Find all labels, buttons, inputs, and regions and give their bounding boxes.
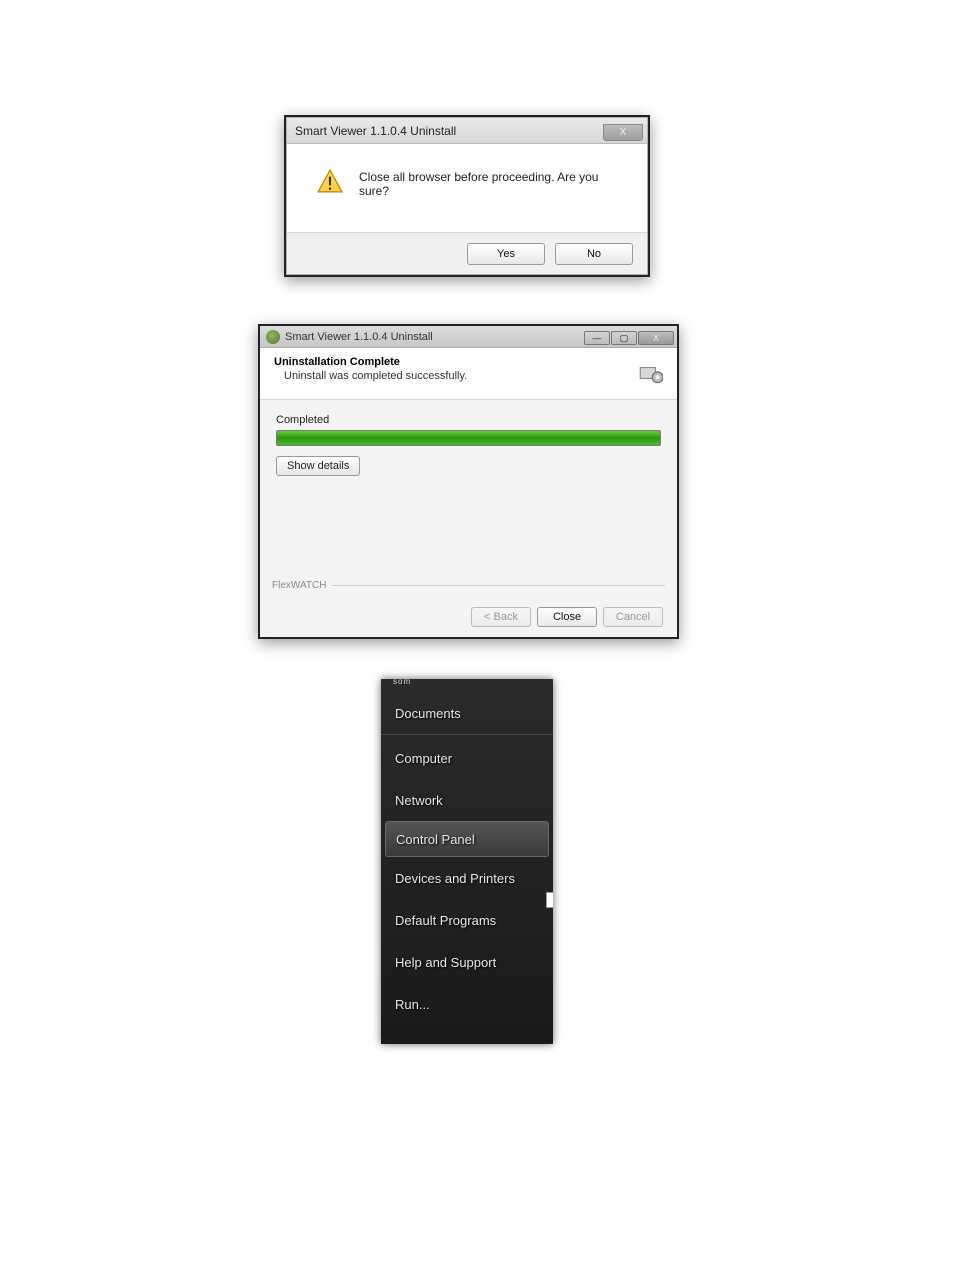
confirm-dialog-message: Close all browser before proceeding. Are… — [359, 166, 629, 198]
sidebar-item-control-panel[interactable]: Control Panel — [385, 821, 549, 857]
brand-separator: FlexWATCH — [260, 580, 677, 591]
sidebar-item-default-programs[interactable]: Default Programs — [381, 899, 553, 941]
sidebar-item-network[interactable]: Network — [381, 779, 553, 821]
installer-icon — [266, 330, 280, 344]
close-button[interactable]: Close — [537, 607, 597, 627]
close-glyph: X — [620, 127, 627, 138]
confirm-dialog-titlebar[interactable]: Smart Viewer 1.1.0.4 Uninstall X — [287, 118, 647, 144]
confirm-dialog-footer: Yes No — [287, 232, 647, 274]
uninstall-subheading: Uninstall was completed successfully. — [274, 370, 467, 382]
maximize-icon[interactable]: ▢ — [611, 331, 637, 345]
start-menu-user-fragment: som — [381, 679, 553, 693]
uninstall-complete-dialog: Smart Viewer 1.1.0.4 Uninstall — ▢ X Uni… — [258, 324, 679, 639]
progress-label: Completed — [276, 414, 661, 426]
start-menu-right-column: som Documents Computer Network Control P… — [381, 679, 553, 1044]
minimize-icon[interactable]: — — [584, 331, 610, 345]
uninstall-dialog-header: Uninstallation Complete Uninstall was co… — [260, 348, 677, 400]
uninstall-dialog-body: Completed Show details — [260, 400, 677, 580]
uninstall-dialog-titlebar[interactable]: Smart Viewer 1.1.0.4 Uninstall — ▢ X — [260, 326, 677, 348]
close-icon[interactable]: X — [638, 331, 674, 345]
sidebar-item-devices-and-printers[interactable]: Devices and Printers — [381, 857, 553, 899]
yes-button[interactable]: Yes — [467, 243, 545, 265]
sidebar-item-run[interactable]: Run... — [381, 983, 553, 1025]
sidebar-item-computer[interactable]: Computer — [381, 737, 553, 779]
sidebar-item-help-and-support[interactable]: Help and Support — [381, 941, 553, 983]
sidebar-item-documents[interactable]: Documents — [381, 693, 553, 735]
uninstall-heading: Uninstallation Complete — [274, 356, 467, 368]
progress-bar — [276, 430, 661, 446]
tooltip-fragment — [546, 892, 553, 908]
confirm-dialog: Smart Viewer 1.1.0.4 Uninstall X Close a… — [284, 115, 650, 277]
no-button[interactable]: No — [555, 243, 633, 265]
uninstall-dialog-footer: < Back Close Cancel — [260, 597, 677, 637]
show-details-button[interactable]: Show details — [276, 456, 360, 476]
cancel-button: Cancel — [603, 607, 663, 627]
brand-label: FlexWATCH — [272, 580, 326, 591]
back-button: < Back — [471, 607, 531, 627]
package-icon — [637, 360, 663, 386]
confirm-dialog-title: Smart Viewer 1.1.0.4 Uninstall — [295, 124, 456, 138]
warning-icon — [317, 168, 343, 194]
close-icon[interactable]: X — [603, 124, 643, 141]
uninstall-dialog-title: Smart Viewer 1.1.0.4 Uninstall — [285, 331, 433, 343]
confirm-dialog-body: Close all browser before proceeding. Are… — [287, 144, 647, 232]
